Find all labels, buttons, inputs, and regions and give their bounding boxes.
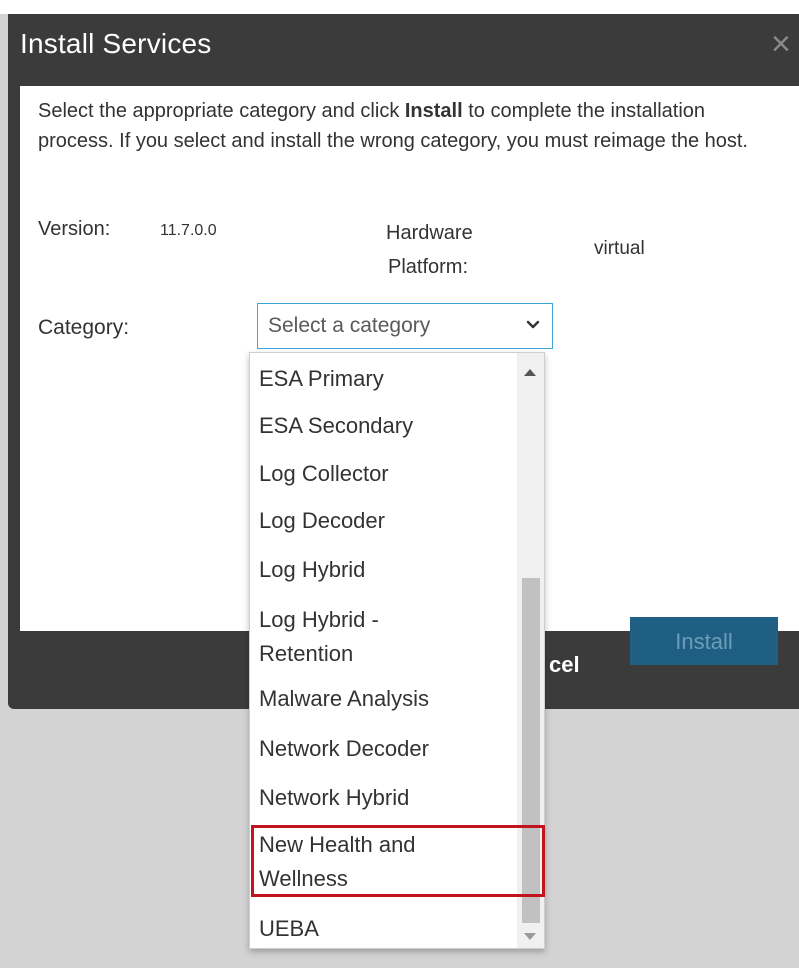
hardware-label-line2: Platform: [388, 256, 469, 278]
scrollbar-thumb[interactable] [522, 578, 540, 923]
category-select[interactable]: Select a category [257, 303, 553, 349]
scroll-down-icon[interactable] [524, 933, 536, 940]
page-top-strip [0, 0, 799, 14]
option-network-hybrid[interactable]: Network Hybrid [259, 781, 514, 815]
dialog-title-bar: Install Services × [8, 14, 799, 86]
version-label: Version: [38, 218, 111, 240]
hardware-platform-label: Hardware Platform: [386, 216, 536, 284]
version-value: 11.7.0.0 [160, 222, 217, 239]
dialog-title: Install Services [20, 28, 212, 59]
option-log-hybrid-retention-line1: Log Hybrid - [259, 607, 379, 632]
category-dropdown-list: ESA Primary ESA Secondary Log Collector … [249, 352, 545, 949]
option-new-health-and-wellness[interactable]: New Health and Wellness [259, 828, 514, 896]
hardware-label-line1: Hardware [386, 222, 473, 244]
hardware-platform-value: virtual [594, 238, 645, 259]
option-new-health-line2: Wellness [259, 866, 348, 891]
intro-text-bold: Install [404, 100, 463, 122]
intro-text-pre: Select the appropriate category and clic… [38, 100, 405, 122]
cancel-button[interactable]: cel [549, 652, 580, 678]
option-esa-primary[interactable]: ESA Primary [259, 362, 514, 396]
option-log-hybrid-retention-line2: Retention [259, 641, 354, 666]
option-network-decoder[interactable]: Network Decoder [259, 732, 514, 766]
scroll-up-icon[interactable] [524, 369, 536, 376]
chevron-down-icon [526, 320, 540, 329]
option-ueba[interactable]: UEBA [259, 912, 514, 946]
option-log-decoder[interactable]: Log Decoder [259, 504, 514, 538]
category-select-value: Select a category [268, 314, 431, 337]
option-esa-secondary[interactable]: ESA Secondary [259, 409, 514, 443]
intro-text: Select the appropriate category and clic… [38, 96, 778, 156]
close-icon[interactable]: × [771, 24, 799, 64]
option-log-collector[interactable]: Log Collector [259, 457, 514, 491]
dropdown-scrollbar[interactable] [517, 353, 544, 948]
option-log-hybrid[interactable]: Log Hybrid [259, 553, 514, 587]
category-label: Category: [38, 316, 130, 339]
option-new-health-line1: New Health and [259, 832, 416, 857]
option-log-hybrid-retention[interactable]: Log Hybrid - Retention [259, 603, 514, 671]
option-malware-analysis[interactable]: Malware Analysis [259, 682, 514, 716]
install-button[interactable]: Install [630, 617, 778, 665]
